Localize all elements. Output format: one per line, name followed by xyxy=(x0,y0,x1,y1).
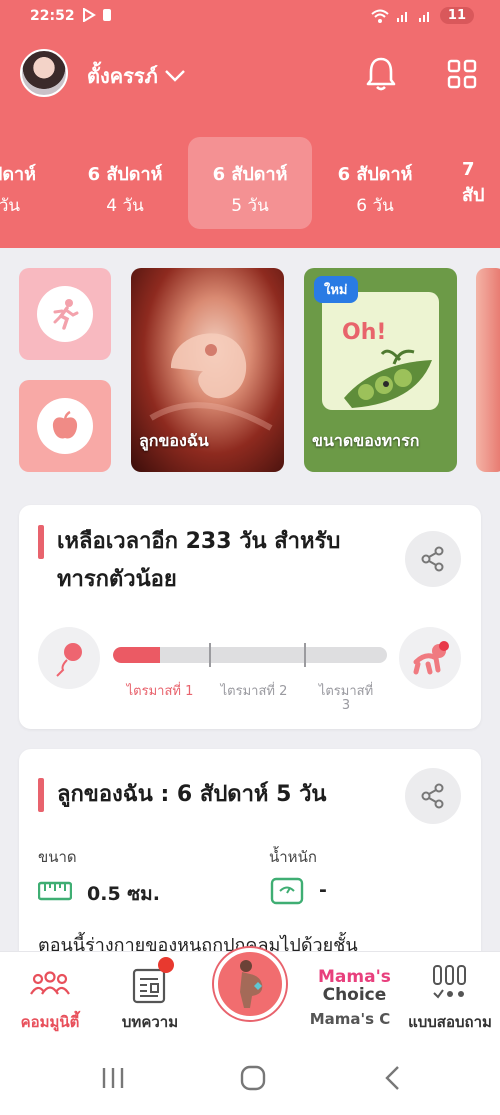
countdown-panel: เหลือเวลาอีก 233 วัน สำหรับ ทารกตัวน้อย … xyxy=(19,505,481,729)
grid-menu-icon[interactable] xyxy=(447,59,477,89)
bottom-navigation: คอมมูนิตี้ บทความ Mama's Choice Mama's C xyxy=(0,948,500,1042)
wifi-icon xyxy=(371,9,389,23)
username-label: ตั้งครรภ์ xyxy=(87,64,158,88)
trimester-3-number: 3 xyxy=(341,698,351,713)
crawling-baby-icon xyxy=(413,641,449,675)
nav-quiz-label: แบบสอบถาม xyxy=(408,1013,492,1031)
nav-community[interactable]: คอมมูนิตี้ xyxy=(0,952,100,1042)
trimester-2-label: ไตรมาสที่ 2 xyxy=(220,684,288,699)
week-selector[interactable]: สัปดาห์ วัน 6 สัปดาห์ 4 วัน 6 สัปดาห์ 5 … xyxy=(0,134,500,230)
home-icon[interactable] xyxy=(239,1064,267,1092)
week-item[interactable]: 6 สัปดาห์ 6 วัน xyxy=(313,137,437,229)
app-header: ตั้งครรภ์ สัปดาห์ วัน 6 สัปดาห์ 4 วัน 6 … xyxy=(0,34,500,248)
status-time: 22:52 xyxy=(30,8,75,24)
my-baby-label: ลูกของฉัน xyxy=(139,431,209,450)
week-item[interactable]: 7 สัป xyxy=(438,137,500,229)
progress-fill xyxy=(113,647,160,663)
baby-size-card[interactable]: Oh! ใหม่ ขนาดของทารก xyxy=(304,268,457,472)
play-store-icon xyxy=(83,8,96,22)
countdown-title-line2: ทารกตัวน้อย xyxy=(57,567,177,592)
ruler-icon xyxy=(38,881,72,901)
profile-switcher[interactable]: ตั้งครรภ์ xyxy=(87,60,186,92)
week-label: 7 สัป xyxy=(462,159,485,206)
quiz-icon xyxy=(433,965,466,999)
system-navigation-bar xyxy=(0,1041,500,1115)
size-art-text: Oh! xyxy=(342,320,387,345)
nav-quiz[interactable]: แบบสอบถาม xyxy=(400,952,500,1042)
pregnancy-center-button[interactable] xyxy=(214,948,286,1020)
week-label: 6 สัปดาห์ xyxy=(337,164,413,185)
status-bar: 22:52 11 xyxy=(0,0,500,34)
bell-icon[interactable] xyxy=(364,56,398,92)
notification-dot xyxy=(158,957,174,973)
share-icon xyxy=(421,783,444,809)
share-button[interactable] xyxy=(405,531,461,587)
week-item[interactable]: สัปดาห์ วัน xyxy=(0,137,60,229)
chevron-down-icon xyxy=(164,70,185,82)
running-icon xyxy=(53,299,79,330)
weight-label: น้ำหนัก xyxy=(269,848,317,866)
baby-size-label: ขนาดของทารก xyxy=(312,431,420,450)
conception-badge xyxy=(38,627,100,689)
pregnancy-progress-bar xyxy=(113,647,387,663)
nav-mamas-choice[interactable]: Mama's Choice Mama's C xyxy=(300,952,400,1042)
week-item[interactable]: 6 สัปดาห์ 4 วัน xyxy=(63,137,187,229)
day-label: วัน xyxy=(0,196,20,216)
weight-value: - xyxy=(319,879,327,901)
baby-info-panel: ลูกของฉัน : 6 สัปดาห์ 5 วัน ขนาด 0.5 ซม.… xyxy=(19,749,481,979)
day-label: 5 วัน xyxy=(231,196,269,216)
notification-app-icon xyxy=(103,9,111,21)
sperm-egg-icon xyxy=(56,643,82,677)
countdown-title: เหลือเวลาอีก 233 วัน สำหรับ xyxy=(57,529,341,554)
share-icon xyxy=(421,546,444,572)
signal-icon-2 xyxy=(418,11,429,22)
day-label: 4 วัน xyxy=(106,196,144,216)
apple-icon xyxy=(52,410,78,439)
new-badge: ใหม่ xyxy=(314,276,358,303)
recent-apps-icon[interactable] xyxy=(100,1065,126,1091)
week-label: สัปดาห์ xyxy=(0,164,36,185)
signal-icon xyxy=(396,11,407,22)
baby-badge xyxy=(399,627,461,689)
nav-articles[interactable]: บทความ xyxy=(100,952,200,1042)
avatar[interactable] xyxy=(20,49,68,97)
community-icon xyxy=(30,971,70,995)
nav-articles-label: บทความ xyxy=(121,1013,179,1031)
size-value: 0.5 ซม. xyxy=(87,883,160,905)
back-icon[interactable] xyxy=(382,1064,404,1092)
week-label: 6 สัปดาห์ xyxy=(87,164,163,185)
share-button[interactable] xyxy=(405,768,461,824)
mamas-choice-logo: Mama's Choice xyxy=(318,967,391,1005)
my-baby-card[interactable]: ลูกของฉัน xyxy=(131,268,284,472)
nav-mamas-choice-label: Mama's C xyxy=(309,1010,391,1028)
trimester-1-label: ไตรมาสที่ 1 xyxy=(126,684,194,699)
next-card-peek[interactable] xyxy=(476,268,500,472)
day-label: 6 วัน xyxy=(356,196,394,216)
scale-icon xyxy=(270,877,304,905)
exercise-shortcut[interactable] xyxy=(19,268,111,360)
baby-info-title: ลูกของฉัน : 6 สัปดาห์ 5 วัน xyxy=(57,782,327,807)
pregnant-mother-icon xyxy=(240,960,263,1008)
week-item-selected[interactable]: 6 สัปดาห์ 5 วัน xyxy=(188,137,312,229)
nav-community-label: คอมมูนิตี้ xyxy=(20,1013,80,1031)
size-label: ขนาด xyxy=(38,848,77,866)
week-label: 6 สัปดาห์ xyxy=(212,164,288,185)
battery-badge: 11 xyxy=(439,7,474,24)
nutrition-shortcut[interactable] xyxy=(19,380,111,472)
